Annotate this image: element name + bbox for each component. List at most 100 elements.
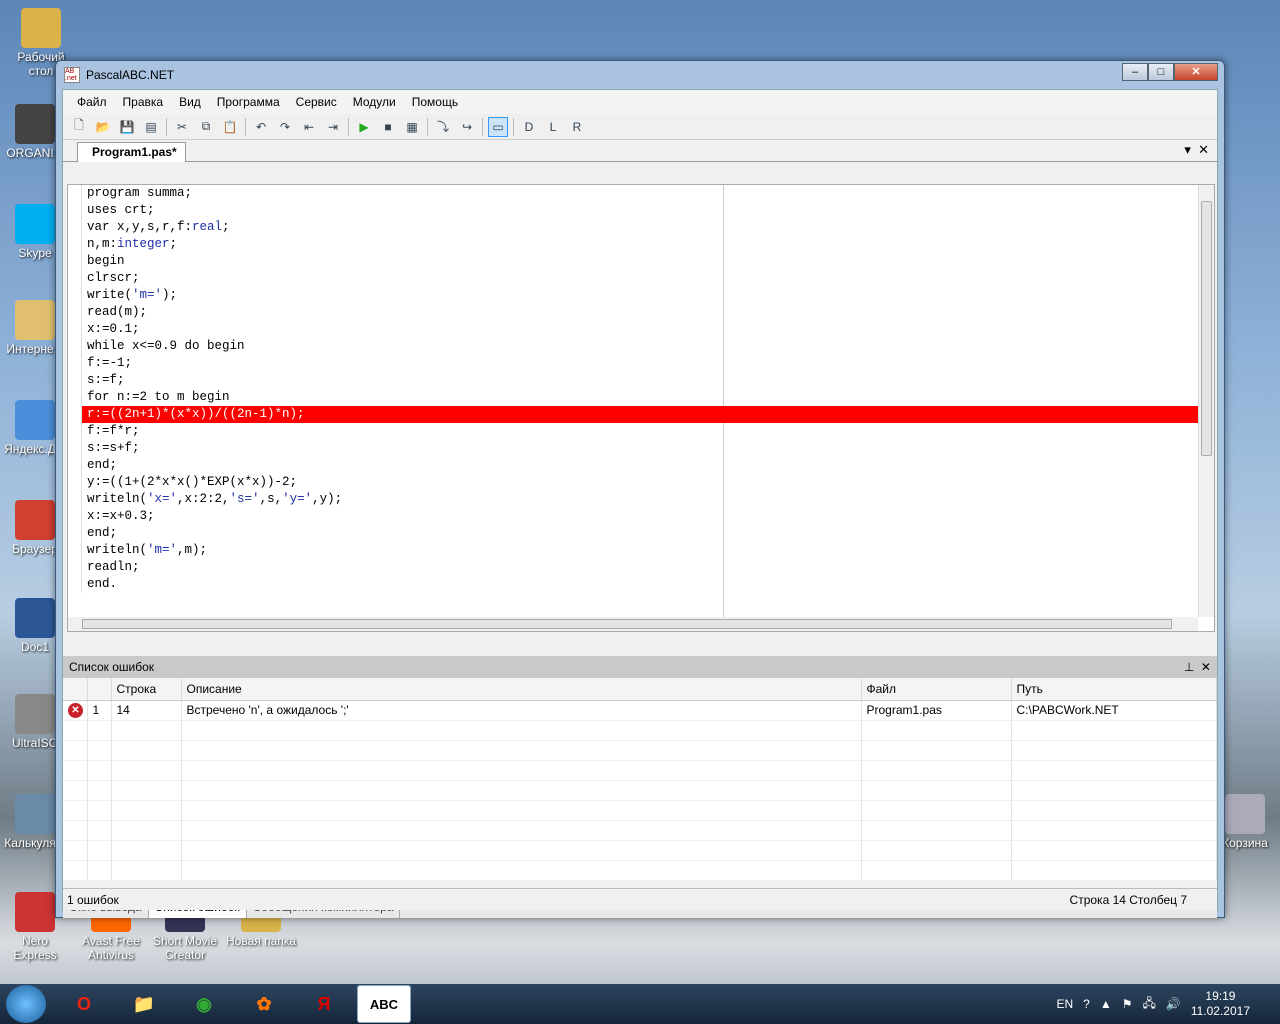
code-line[interactable]: s:=f; [81,372,1198,389]
column-header[interactable] [63,678,88,701]
code-line[interactable]: var x,y,s,r,f:real; [81,219,1198,236]
column-header[interactable]: Строка [111,678,182,701]
empty-row [63,840,1217,861]
code-line[interactable]: f:=-1; [81,355,1198,372]
code-line[interactable]: n,m:integer; [81,236,1198,253]
save-icon[interactable]: 💾 [117,117,137,137]
code-line[interactable]: end; [81,457,1198,474]
code-line[interactable]: f:=f*r; [81,423,1198,440]
paste-icon[interactable]: 📋 [220,117,240,137]
horizontal-scrollbar[interactable] [68,617,1198,631]
code-line[interactable]: writeln('x=',x:2:2,'s=',s,'y=',y); [81,491,1198,508]
code-line[interactable]: end. [81,576,1198,593]
error-row[interactable]: ✕ 1 14 Встречено 'n', а ожидалось ';' Progra… [63,700,1217,721]
toolbar-separator [348,117,349,136]
save-all-icon[interactable]: ▤ [141,117,161,137]
shortcut-icon [15,204,55,244]
code-line[interactable]: readln; [81,559,1198,576]
menu-3[interactable]: Программа [209,95,288,109]
copy-icon[interactable]: ⧉ [196,117,216,137]
taskbar-app[interactable]: ◉ [177,985,231,1023]
taskbar-app[interactable]: ✿ [237,985,291,1023]
cell-path: C:\PABCWork.NET [1011,700,1217,721]
menu-4[interactable]: Сервис [288,95,345,109]
column-header[interactable]: Описание [181,678,862,701]
open-icon[interactable]: 📂 [93,117,113,137]
code-line[interactable]: s:=s+f; [81,440,1198,457]
menu-5[interactable]: Модули [345,95,404,109]
undo-icon[interactable]: ↶ [251,117,271,137]
menu-2[interactable]: Вид [171,95,209,109]
maximize-button[interactable]: □ [1148,63,1174,81]
taskbar-app[interactable]: O [57,985,111,1023]
code-line[interactable]: read(m); [81,304,1198,321]
flag-icon[interactable]: ⚑ [1122,997,1133,1011]
redo-icon[interactable]: ↷ [275,117,295,137]
time: 19:19 [1205,989,1236,1003]
app-icon: AB .net [64,67,80,83]
column-header[interactable] [87,678,112,701]
menu-bar: Файл Правка Вид Программа Сервис Модули Помощь [63,90,1217,114]
panel-pin-close[interactable]: ⊥ ✕ [1184,656,1211,678]
cut-icon[interactable]: ✂ [172,117,192,137]
code-line[interactable]: y:=((1+(2*x*x()*EXP(x*x))-2; [81,474,1198,491]
debug-d-icon[interactable]: D [519,117,539,137]
scroll-thumb[interactable] [1201,201,1212,456]
code-line[interactable]: begin [81,253,1198,270]
menu-0[interactable]: Файл [69,95,115,109]
help-icon[interactable]: ? [1083,997,1090,1011]
output-window-icon[interactable]: ▭ [488,116,508,137]
window-title: PascalABC.NET [86,68,175,82]
run-icon[interactable]: ▶ [354,117,374,137]
column-header[interactable]: Путь [1011,678,1217,701]
error-icon: ✕ [68,703,83,718]
code-line[interactable]: clrscr; [81,270,1198,287]
shortcut-icon [15,300,55,340]
compile-icon[interactable]: ▦ [402,117,422,137]
unindent-icon[interactable]: ⇥ [323,117,343,137]
code-editor[interactable]: program summa; uses crt; var x,y,s,r,f:rea… [67,184,1215,632]
debug-r-icon[interactable]: R [567,117,587,137]
code-line[interactable]: writeln('m=',m); [81,542,1198,559]
title-bar[interactable]: AB .net PascalABC.NET – □ ✕ [56,61,1224,89]
step-over-icon[interactable]: ↪ [457,117,477,137]
code-line[interactable]: x:=x+0.3; [81,508,1198,525]
volume-icon[interactable]: 🔊 [1166,997,1181,1011]
new-file-icon[interactable]: 🗋 [69,117,89,137]
taskbar-app[interactable]: 📁 [117,985,171,1023]
taskbar-app[interactable]: ABC [357,985,411,1023]
stop-icon[interactable]: ■ [378,117,398,137]
desktop-icon-label: Nero Express [13,934,57,962]
menu-6[interactable]: Помощь [404,95,466,109]
step-into-icon[interactable]: ⤵ [433,117,453,137]
start-button[interactable] [6,985,46,1023]
vertical-scrollbar[interactable] [1198,185,1214,617]
show-hidden-icons[interactable]: ▲ [1100,997,1112,1011]
cell-line: 14 [111,700,182,721]
indent-icon[interactable]: ⇤ [299,117,319,137]
code-line[interactable]: r:=((2n+1)*(x*x))/((2n-1)*n); [81,406,1200,423]
code-line[interactable]: x:=0.1; [81,321,1198,338]
debug-l-icon[interactable]: L [543,117,563,137]
code-line[interactable]: for n:=2 to m begin [81,389,1198,406]
code-line[interactable]: end; [81,525,1198,542]
code-line[interactable]: while x<=0.9 do begin [81,338,1198,355]
desktop-icon-label: Новая папка [226,934,296,948]
tab-controls[interactable]: ▾ ✕ [1184,142,1209,158]
empty-row [63,720,1217,741]
close-button[interactable]: ✕ [1174,63,1218,81]
tab-program1[interactable]: Program1.pas* [77,142,186,162]
taskbar-app[interactable]: Я [297,985,351,1023]
code-line[interactable]: program summa; [81,185,1198,202]
code-line[interactable]: uses crt; [81,202,1198,219]
menu-1[interactable]: Правка [115,95,172,109]
error-list-panel: Список ошибок ⊥ ✕ Строка Описание Файл Путь … [63,656,1217,896]
shortcut-icon [15,400,55,440]
network-icon[interactable]: 🖧 [1142,994,1155,1015]
code-line[interactable]: write('m='); [81,287,1198,304]
column-header[interactable]: Файл [861,678,1012,701]
minimize-button[interactable]: – [1122,63,1148,81]
clock[interactable]: 19:19 11.02.2017 [1191,989,1250,1019]
language-indicator[interactable]: EN [1056,997,1073,1011]
scroll-thumb[interactable] [82,619,1172,629]
